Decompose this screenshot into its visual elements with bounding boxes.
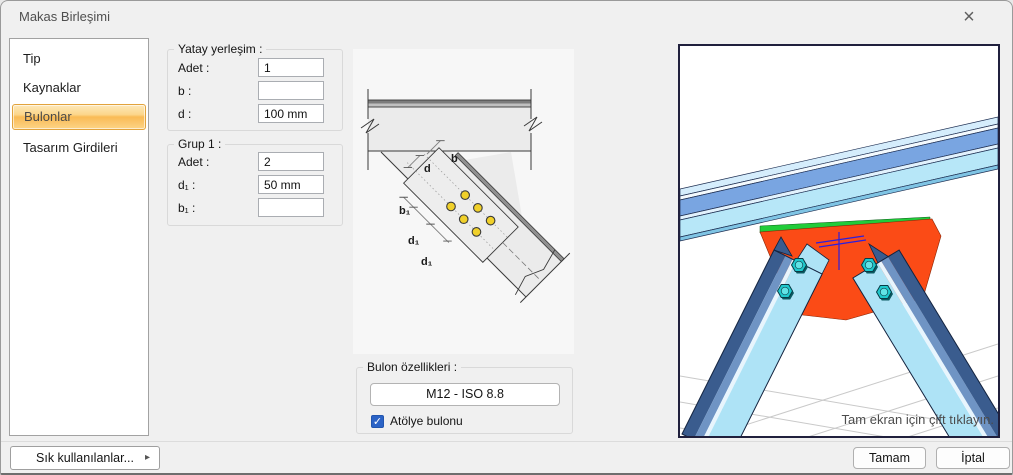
fullscreen-hint: Tam ekran için çift tıklayın.: [842, 412, 994, 427]
3d-preview-viewport[interactable]: Tam ekran için çift tıklayın.: [678, 44, 1000, 438]
dim-label-d1-first: d₁: [408, 235, 420, 247]
horizontal-layout-group: Yatay yerleşim : Adet : b : d :: [167, 42, 343, 131]
ok-button[interactable]: Tamam: [853, 447, 926, 469]
truss-connection-dialog: Makas Birleşimi × Tip Kaynaklar Bulonlar…: [0, 0, 1013, 475]
beam-flange-dark: [368, 100, 531, 104]
sidebar-item-tip[interactable]: Tip: [10, 44, 148, 73]
d1-input[interactable]: [258, 175, 324, 194]
footer-separator: [1, 441, 1012, 442]
beam-body: [368, 107, 531, 151]
cancel-button[interactable]: İptal: [936, 447, 1010, 469]
b1-input[interactable]: [258, 198, 324, 217]
group1-group: Grup 1 : Adet : d₁ : b₁ :: [167, 137, 343, 226]
group-title: Yatay yerleşim :: [174, 42, 267, 56]
workshop-bolt-checkbox[interactable]: ✓: [371, 415, 384, 428]
d-input[interactable]: [258, 104, 324, 123]
adet2-input[interactable]: [258, 152, 324, 171]
beam-flange-light: [368, 103, 531, 107]
sidebar-item-kaynaklar[interactable]: Kaynaklar: [10, 73, 148, 102]
favorites-button[interactable]: Sık kullanılanlar... ▸: [10, 446, 160, 470]
sidebar-item-bulonlar[interactable]: Bulonlar: [12, 104, 146, 130]
adet2-label: Adet :: [178, 155, 210, 169]
group-title: Grup 1 :: [174, 137, 226, 151]
connection-diagram: d b b₁ d₁ d₁: [353, 49, 574, 354]
adet-input[interactable]: [258, 58, 324, 77]
dim-label-b: b: [451, 153, 458, 165]
bolt-properties-group: Bulon özellikleri : M12 - ISO 8.8 ✓ Atöl…: [356, 360, 573, 434]
workshop-bolt-label: Atölye bulonu: [390, 414, 463, 428]
dim-label-d: d: [424, 163, 431, 175]
bolt-spec-button[interactable]: M12 - ISO 8.8: [370, 383, 560, 406]
sidebar-item-tasarim-girdileri[interactable]: Tasarım Girdileri: [10, 133, 148, 162]
chevron-right-icon: ▸: [144, 452, 150, 463]
sidebar: Tip Kaynaklar Bulonlar Tasarım Girdileri: [9, 38, 149, 436]
dim-label-d1-second: d₁: [421, 256, 433, 268]
window-title: Makas Birleşimi: [19, 9, 111, 24]
close-icon[interactable]: ×: [954, 3, 984, 31]
b-input[interactable]: [258, 81, 324, 100]
d-label: d :: [178, 107, 192, 121]
dim-label-b1: b₁: [399, 205, 411, 217]
group-title: Bulon özellikleri :: [363, 360, 462, 374]
b-label: b :: [178, 84, 192, 98]
favorites-label: Sık kullanılanlar...: [36, 451, 134, 465]
adet-label: Adet :: [178, 61, 210, 75]
b1-label: b₁ :: [178, 201, 196, 215]
d1-label: d₁ :: [178, 178, 196, 192]
3d-preview-scene: Tam ekran için çift tıklayın.: [680, 116, 998, 436]
